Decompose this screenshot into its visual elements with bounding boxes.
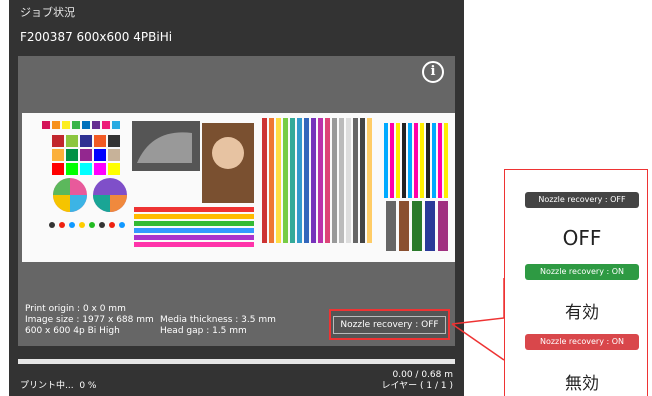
legend-on-red-badge: Nozzle recovery : ON bbox=[525, 334, 639, 350]
legend-off-badge: Nozzle recovery : OFF bbox=[525, 192, 639, 208]
legend-disabled-text: 無効 bbox=[565, 374, 599, 394]
legend-box: Nozzle recovery : OFF OFF Nozzle recover… bbox=[504, 169, 648, 396]
legend-on-green-badge: Nozzle recovery : ON bbox=[525, 264, 639, 280]
legend-enabled-text: 有効 bbox=[565, 303, 599, 323]
legend-off-text: OFF bbox=[562, 226, 602, 250]
